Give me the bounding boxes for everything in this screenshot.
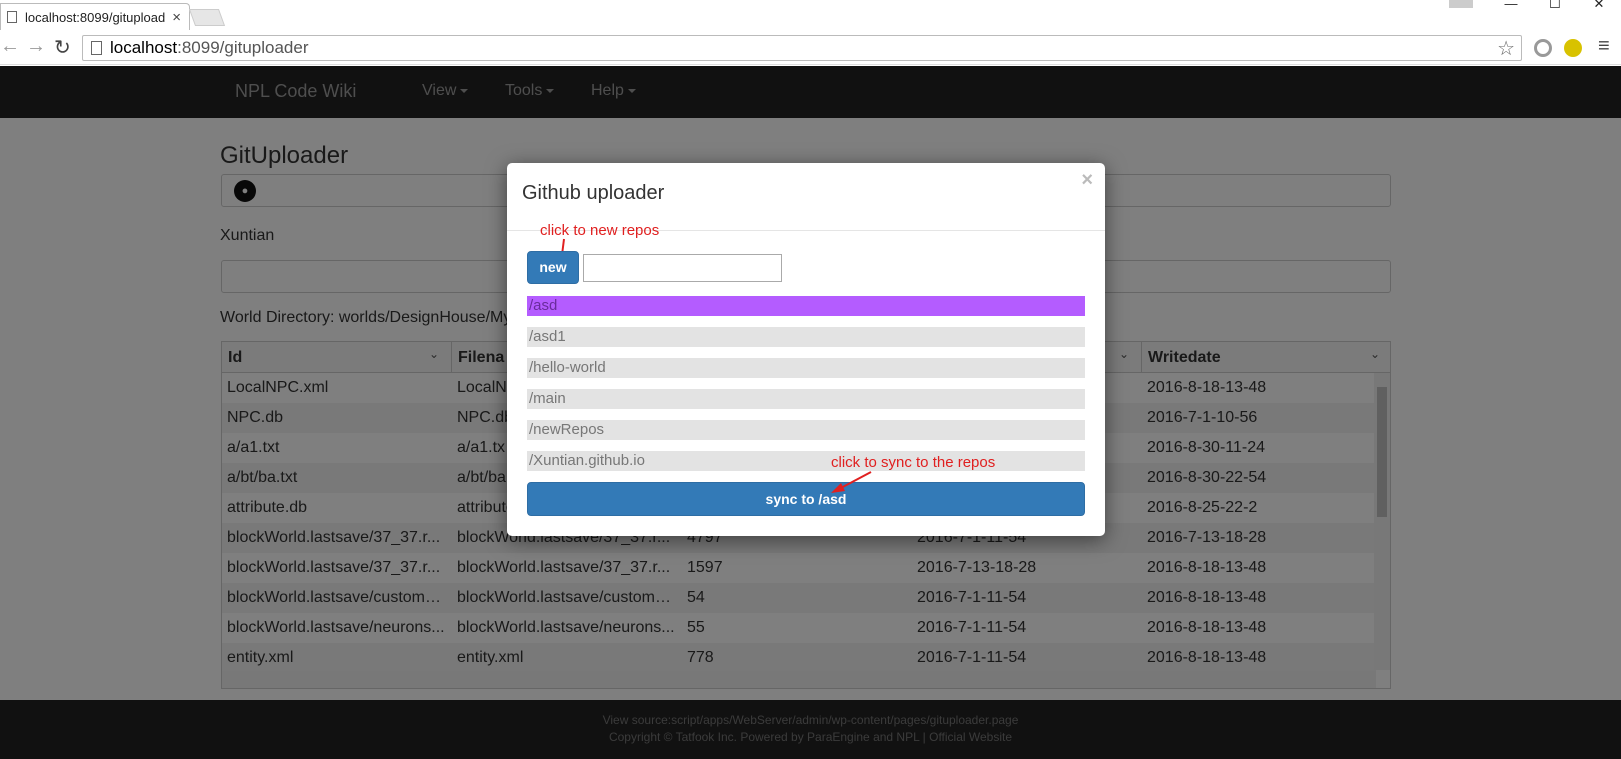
new-repo-button[interactable]: new <box>527 251 579 284</box>
page-info-icon[interactable] <box>91 41 102 55</box>
tab-close-icon[interactable]: × <box>172 9 181 26</box>
annotation-arrow-icon <box>831 471 872 493</box>
new-repo-input[interactable] <box>583 254 782 282</box>
github-uploader-dialog: Github uploader × click to new repos new… <box>507 163 1105 536</box>
browser-menu-icon[interactable]: ≡ <box>1598 35 1610 58</box>
browser-tabbar: localhost:8099/gitupload × — ☐ ✕ <box>0 0 1621 30</box>
forward-icon[interactable]: → <box>26 35 46 58</box>
browser-tab[interactable]: localhost:8099/gitupload × <box>0 3 190 30</box>
maximize-button[interactable]: ☐ <box>1533 0 1577 10</box>
url-host: localhost <box>110 38 178 57</box>
extension-icon[interactable] <box>1534 39 1552 57</box>
repo-list-item[interactable]: /main <box>527 389 1085 409</box>
repo-list-item[interactable]: /hello-world <box>527 358 1085 378</box>
repo-list-item[interactable]: /asd1 <box>527 327 1085 347</box>
dialog-header: Github uploader × <box>507 163 1105 231</box>
sync-button[interactable]: sync to /asd <box>527 482 1085 516</box>
close-icon[interactable]: × <box>1081 169 1093 192</box>
profile-badge[interactable] <box>1449 0 1473 8</box>
extension-icon-2[interactable] <box>1564 39 1582 57</box>
tab-title: localhost:8099/gitupload <box>25 9 166 25</box>
window-controls: — ☐ ✕ <box>1449 0 1621 10</box>
minimize-button[interactable]: — <box>1489 0 1533 10</box>
url-path: :8099/gituploader <box>177 38 309 57</box>
repo-list-item[interactable]: /newRepos <box>527 420 1085 440</box>
new-tab-button[interactable] <box>188 9 226 26</box>
bookmark-star-icon[interactable]: ☆ <box>1497 36 1515 61</box>
repo-list-item[interactable]: /Xuntian.github.io <box>527 451 1085 471</box>
back-icon[interactable]: ← <box>0 35 20 58</box>
reload-icon[interactable]: ↻ <box>54 35 71 60</box>
dialog-title: Github uploader <box>522 182 665 204</box>
web-page: NPL Code Wiki View Tools Help GitUploade… <box>0 66 1621 759</box>
page-icon <box>7 11 17 23</box>
browser-toolbar: ← → ↻ localhost:8099/gituploader ☆ ≡ <box>0 30 1621 65</box>
address-bar[interactable]: localhost:8099/gituploader ☆ <box>82 35 1522 61</box>
close-window-button[interactable]: ✕ <box>1577 0 1621 10</box>
repo-list-item[interactable]: /asd <box>527 296 1085 316</box>
